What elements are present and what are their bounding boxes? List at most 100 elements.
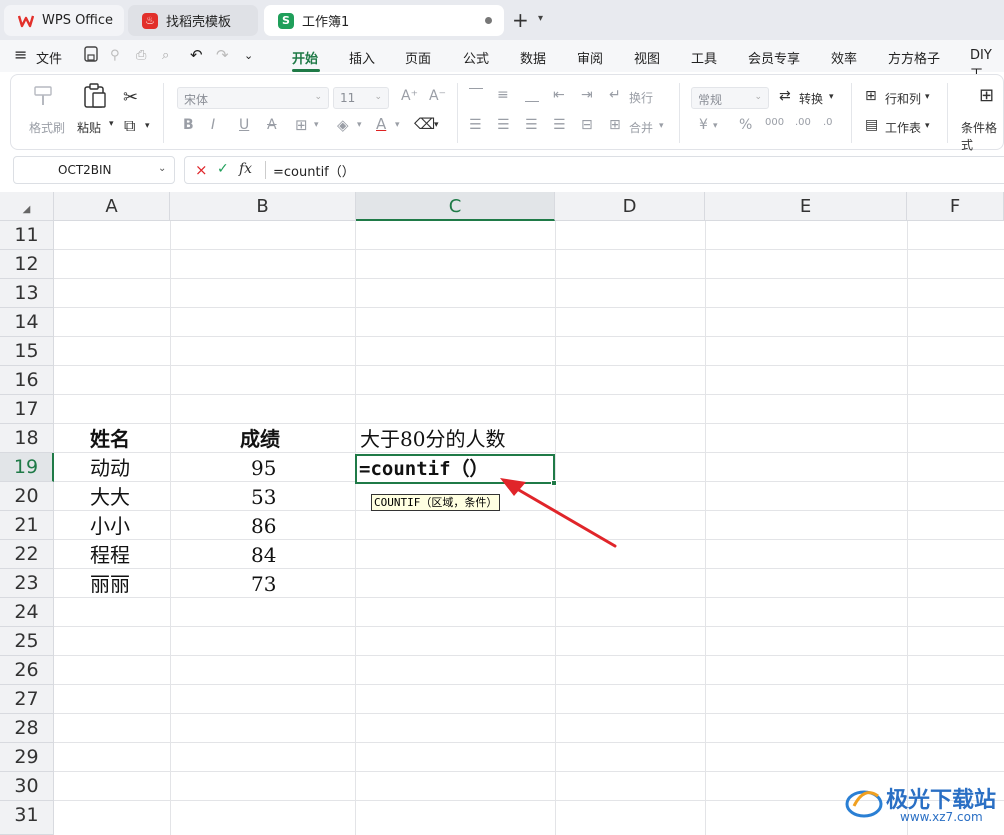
link-icon[interactable]: ⚲ [110,48,120,63]
indent-decrease-icon[interactable]: ⇤ [553,87,565,103]
currency-icon[interactable]: ¥ [699,117,708,133]
fill-color-icon[interactable]: ◈ [337,116,349,134]
chevron-down-icon[interactable]: ▾ [357,120,362,130]
cell-b19[interactable]: 95 [251,454,276,483]
row-header[interactable]: 31 [0,801,54,835]
chevron-down-icon[interactable]: ▾ [145,121,150,131]
cell-b18[interactable]: 成绩 [240,425,280,454]
fx-icon[interactable]: fx [239,161,252,177]
print-icon[interactable]: ⎙ [136,48,146,63]
tab-templates[interactable]: ♨ 找稻壳模板 [128,5,258,36]
row-header[interactable]: 17 [0,395,54,424]
row-header[interactable]: 27 [0,685,54,714]
wrap-text-label[interactable]: 换行 [629,89,653,106]
column-header-d[interactable]: D [555,192,705,221]
formula-bar[interactable]: × ✓ fx =countif（） [184,156,1004,184]
chevron-down-icon[interactable]: ▾ [314,120,319,130]
indent-increase-icon[interactable]: ⇥ [581,87,593,103]
menu-member[interactable]: 会员专享 [748,48,800,67]
menu-formula[interactable]: 公式 [463,48,489,67]
cell-b20[interactable]: 53 [251,483,276,512]
chevron-down-icon[interactable]: ⌄ [158,163,166,174]
decrease-font-icon[interactable]: A⁻ [429,88,446,104]
align-top-icon[interactable]: ⎺ [469,87,483,103]
cell-a19[interactable]: 动动 [90,454,130,483]
align-left-icon[interactable]: ☰ [469,117,482,133]
menu-insert[interactable]: 插入 [349,48,375,67]
font-size-select[interactable]: 11 ⌄ [333,87,389,109]
formula-input[interactable]: =countif（） [273,161,355,180]
format-painter-icon[interactable] [31,85,55,110]
strikethrough-icon[interactable]: A [267,117,277,133]
cut-icon[interactable]: ✂ [123,87,138,108]
merge-label[interactable]: 合并 [629,119,653,136]
thousands-icon[interactable]: 000 [765,117,784,128]
rows-cols-label[interactable]: 行和列 [885,90,921,107]
bold-icon[interactable]: B [183,117,194,133]
number-format-select[interactable]: 常规 ⌄ [691,87,769,109]
name-box[interactable]: OCT2BIN ⌄ [13,156,175,184]
justify-icon[interactable]: ☰ [553,117,566,133]
chevron-down-icon[interactable]: ▾ [925,92,930,102]
align-bottom-icon[interactable]: ⎽ [525,87,539,103]
row-header[interactable]: 15 [0,337,54,366]
cancel-icon[interactable]: × [195,161,208,179]
menu-fangfang[interactable]: 方方格子 [888,48,940,67]
chevron-down-icon[interactable]: ▾ [538,13,543,24]
paste-icon[interactable] [83,83,107,112]
font-name-select[interactable]: 宋体 ⌄ [177,87,329,109]
row-header[interactable]: 11 [0,221,54,250]
tab-wps-office[interactable]: WPS Office [4,5,124,36]
align-right-icon[interactable]: ☰ [525,117,538,133]
chevron-down-icon[interactable]: ▾ [925,121,930,131]
border-icon[interactable]: ⊞ [295,116,308,134]
undo-icon[interactable]: ↶ [190,46,203,64]
align-middle-icon[interactable]: ≡ [497,87,509,103]
copy-icon[interactable]: ⧉ [124,116,135,136]
menu-view[interactable]: 视图 [634,48,660,67]
row-header[interactable]: 30 [0,772,54,801]
row-header-selected[interactable]: 19 [0,453,54,482]
row-header[interactable]: 16 [0,366,54,395]
percent-icon[interactable]: % [739,117,752,133]
row-header[interactable]: 18 [0,424,54,453]
hamburger-icon[interactable]: ≡ [14,45,27,64]
save-icon[interactable] [84,46,98,66]
menu-page[interactable]: 页面 [405,48,431,67]
unsaved-dot-icon[interactable] [485,17,492,24]
column-header-e[interactable]: E [705,192,907,221]
worksheet-label[interactable]: 工作表 [885,119,921,136]
chevron-down-icon[interactable]: ▾ [659,121,664,131]
increase-font-icon[interactable]: A⁺ [401,88,418,104]
menu-review[interactable]: 审阅 [577,48,603,67]
column-header-c[interactable]: C [356,192,555,221]
distributed-icon[interactable]: ⊟ [581,117,593,133]
cell-a21[interactable]: 小小 [90,512,130,541]
align-center-icon[interactable]: ☰ [497,117,510,133]
menu-file[interactable]: 文件 [36,48,62,67]
cell-c18[interactable]: 大于80分的人数 [360,425,505,454]
menu-home[interactable]: 开始 [292,48,318,67]
chevron-down-icon[interactable]: ▾ [713,121,718,131]
chevron-down-icon[interactable]: ▾ [434,120,439,130]
redo-icon[interactable]: ↷ [216,46,229,64]
row-header[interactable]: 26 [0,656,54,685]
row-header[interactable]: 28 [0,714,54,743]
row-header[interactable]: 22 [0,540,54,569]
cell-a18[interactable]: 姓名 [90,425,130,454]
chevron-down-icon[interactable]: ▾ [829,92,834,102]
row-header[interactable]: 25 [0,627,54,656]
select-all-corner[interactable]: ◢ [0,192,54,221]
convert-label[interactable]: 转换 [799,90,823,107]
menu-tools[interactable]: 工具 [691,48,717,67]
new-tab-button[interactable]: + [512,8,529,32]
convert-icon[interactable]: ⇄ [779,88,791,104]
row-header[interactable]: 23 [0,569,54,598]
row-header[interactable]: 21 [0,511,54,540]
cell-b22[interactable]: 84 [251,541,276,570]
chevron-down-icon[interactable]: ▾ [109,119,114,129]
chevron-down-icon[interactable]: ⌄ [244,49,253,62]
column-header-b[interactable]: B [170,192,356,221]
cell-b21[interactable]: 86 [251,512,276,541]
merge-icon[interactable]: ⊞ [609,117,621,133]
